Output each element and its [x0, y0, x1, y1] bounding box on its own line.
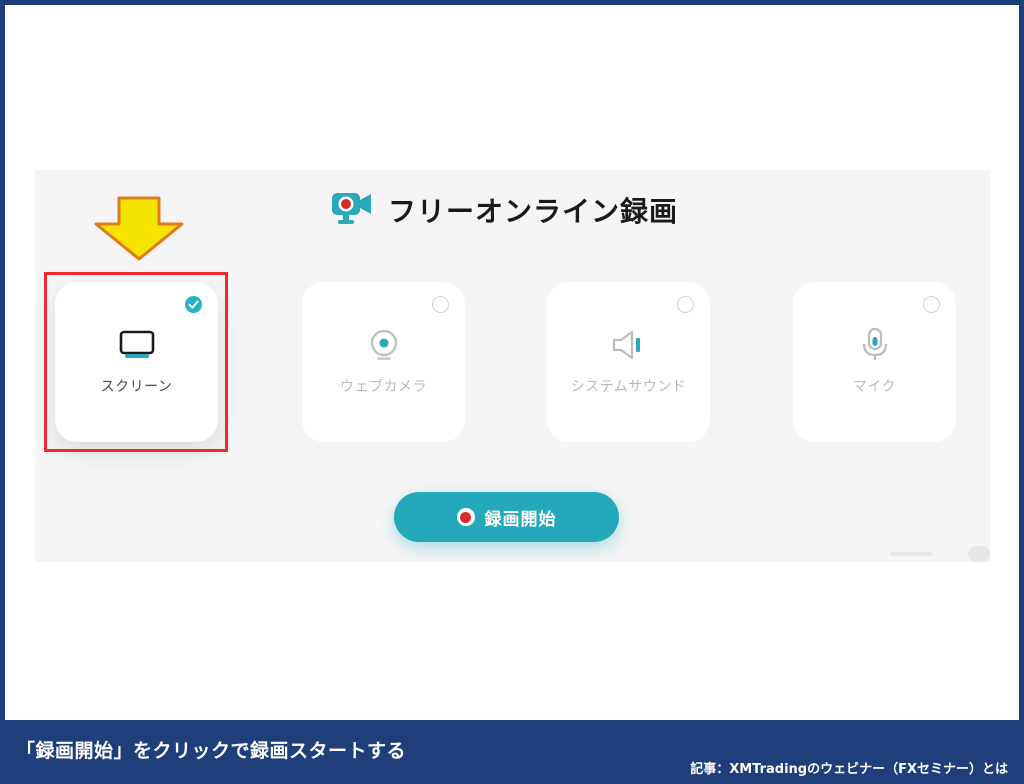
camera-record-icon [330, 189, 374, 231]
highlight-box [44, 272, 228, 452]
app-header: フリーオンライン録画 [330, 188, 678, 232]
record-dot-icon [456, 508, 475, 526]
option-label-webcam: ウェブカメラ [340, 379, 427, 395]
option-card-system-sound[interactable]: システムサウンド [547, 282, 710, 442]
radio-button[interactable] [923, 296, 940, 313]
option-label-system-sound: システムサウンド [570, 379, 687, 395]
speaker-icon [610, 326, 648, 364]
option-card-webcam[interactable]: ウェブカメラ [302, 282, 465, 442]
start-recording-label: 録画開始 [484, 509, 557, 530]
option-label-microphone: マイク [852, 379, 897, 395]
arrow-down-icon [94, 196, 184, 261]
radio-button[interactable] [677, 296, 694, 313]
caption-text: 「録画開始」をクリックで録画スタートする [16, 740, 407, 762]
option-card-microphone[interactable]: マイク [793, 282, 956, 442]
microphone-icon [860, 326, 890, 364]
webcam-icon [367, 326, 401, 364]
decorative-corner [890, 546, 990, 562]
radio-button[interactable] [432, 296, 449, 313]
caption-source: 記事：XMTradingのウェビナー（FXセミナー）とは [690, 762, 1008, 777]
start-recording-button[interactable]: 録画開始 [394, 492, 619, 542]
caption-bar: 「録画開始」をクリックで録画スタートする 記事：XMTradingのウェビナー（… [0, 720, 1024, 784]
app-title: フリーオンライン録画 [388, 195, 679, 228]
